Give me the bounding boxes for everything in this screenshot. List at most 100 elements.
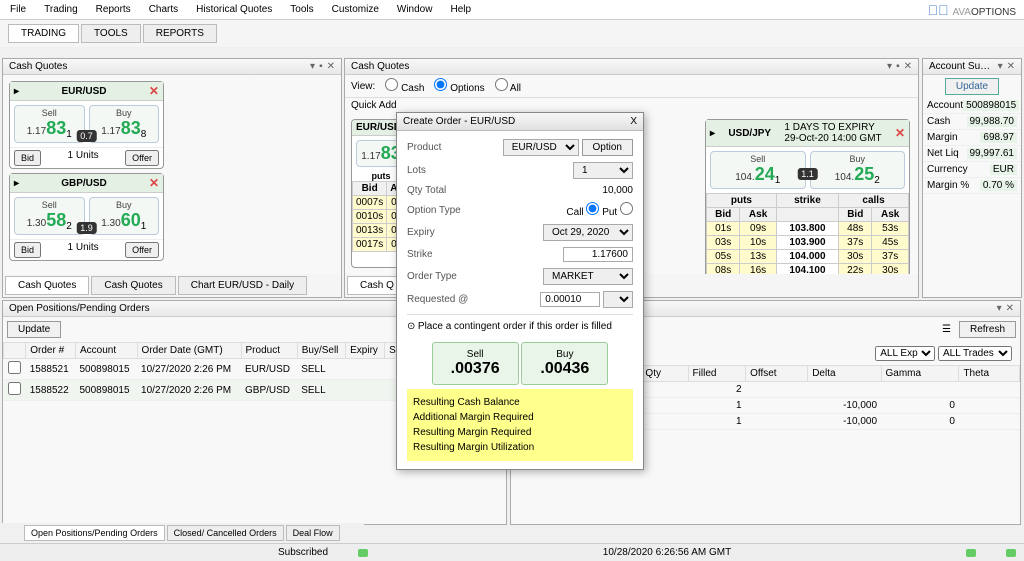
menu-item[interactable]: Reports [96,4,131,15]
tab-trading[interactable]: TRADING [8,24,79,43]
quote-tile-gbpusd: ▸ GBP/USD ✕ Sell1.30582 Buy1.30601 1.9 Bid… [9,173,164,261]
strike-input[interactable] [563,247,633,262]
expand-icon[interactable]: ▸ [14,86,19,97]
update-button[interactable]: Update [7,321,61,338]
contingent-label: Place a contingent order if this order i… [418,321,612,332]
units-label: 1 Units [68,150,99,166]
bid-button[interactable]: Bid [14,150,41,166]
bottom-tab[interactable]: Closed/ Cancelled Orders [167,525,284,541]
buy-side[interactable]: Buy104.252 [810,151,906,189]
status-dot-icon [358,549,368,557]
menu-item[interactable]: Historical Quotes [196,4,272,15]
view-options-radio[interactable]: Options [434,78,484,94]
close-icon[interactable]: X [630,116,637,127]
close-icon[interactable]: ✕ [1006,303,1014,314]
pair-label: EUR/USD [61,86,106,97]
menu-item[interactable]: Customize [332,4,379,15]
bid-button[interactable]: Bid [14,242,41,258]
menu-item[interactable]: Tools [290,4,313,15]
subtab[interactable]: Cash Quotes [5,276,89,295]
trades-select[interactable]: ALL Trades [938,346,1012,361]
update-button[interactable]: Update [945,78,999,95]
view-all-radio[interactable]: All [495,78,521,94]
strike-label: Strike [407,249,433,260]
cash-quotes-left-panel: Cash Quotes ▾ ▪ ✕ ▸ EUR/USD ✕ Sell1.17831 Buy… [2,58,342,298]
cash-value: 99,988.70 [967,116,1018,127]
sell-side[interactable]: Sell104.241 [710,151,806,189]
minimize-icon[interactable]: ▾ [887,61,892,72]
qty-label: Qty Total [407,185,446,196]
close-icon[interactable]: ✕ [327,61,335,72]
option-button[interactable]: Option [582,139,633,156]
options-chain-table: putsstrikecalls BidAskBidAsk 01s09s103.8… [706,193,909,274]
tab-reports[interactable]: REPORTS [143,24,217,43]
lots-label: Lots [407,165,426,176]
spread-badge: 1.9 [76,222,97,234]
row-checkbox[interactable] [8,361,21,374]
tab-tools[interactable]: TOOLS [81,24,141,43]
currency-label: Currency [927,164,968,175]
status-dot-icon [1006,549,1016,557]
sell-side[interactable]: Sell1.30582 [14,197,85,235]
lots-select[interactable]: 1 [573,162,633,179]
pair-label: EUR/USD [356,122,401,133]
buy-button[interactable]: Buy.00436 [521,342,608,385]
offer-button[interactable]: Offer [125,242,159,258]
status-bar: Subscribed 10/28/2020 6:26:56 AM GMT [0,543,1024,561]
minimize-icon[interactable]: ▾ [998,61,1003,72]
menu-bar: File Trading Reports Charts Historical Q… [0,0,1024,20]
status-time: 10/28/2020 6:26:56 AM GMT [398,547,936,558]
minimize-icon[interactable]: ▾ [310,61,315,72]
view-cash-radio[interactable]: Cash [385,78,424,94]
close-icon[interactable]: ✕ [149,84,159,98]
menu-item[interactable]: Charts [149,4,178,15]
quote-tile-eurusd: ▸ EUR/USD ✕ Sell1.17831 Buy1.17838 0.7 Bid… [9,81,164,169]
expand-icon[interactable]: ▸ [710,128,715,139]
menu-item[interactable]: File [10,4,26,15]
buy-side[interactable]: Buy1.30601 [89,197,160,235]
top-tabs: TRADING TOOLS REPORTS [0,20,1024,47]
requested-input[interactable] [540,292,600,307]
menu-item[interactable]: Window [397,4,433,15]
close-icon[interactable]: ✕ [904,61,912,72]
close-icon[interactable]: ✕ [895,126,905,140]
pair-label: USD/JPY [728,128,771,139]
close-icon[interactable]: ✕ [1007,61,1015,72]
expiry-select[interactable]: Oct 29, 2020 [543,224,633,241]
requested-unit-select[interactable] [603,291,633,308]
row-checkbox[interactable] [8,382,21,395]
marginpct-label: Margin % [927,180,969,191]
bottom-tab[interactable]: Open Positions/Pending Orders [24,525,165,541]
units-label: 1 Units [68,242,99,258]
refresh-button[interactable]: Refresh [959,321,1016,338]
panel-title: Account Su… [929,61,990,72]
exp-select[interactable]: ALL Exp [875,346,935,361]
pair-label: GBP/USD [61,178,107,189]
sell-side[interactable]: Sell1.17831 [14,105,85,143]
marginpct-value: 0.70 % [980,180,1017,191]
expand-icon[interactable]: ▸ [14,178,19,189]
order-type-select[interactable]: MARKET [543,268,633,285]
restore-icon[interactable]: ▪ [319,61,323,72]
account-value: 500898015 [963,100,1019,111]
minimize-icon[interactable]: ▾ [997,303,1002,314]
spread-badge: 0.7 [76,130,97,142]
close-icon[interactable]: ✕ [149,176,159,190]
subtab[interactable]: Chart EUR/USD - Daily [178,276,307,295]
product-select[interactable]: EUR/USD [503,139,579,156]
call-radio[interactable] [586,202,599,215]
netliq-label: Net Liq [927,148,959,159]
buy-side[interactable]: Buy1.17838 [89,105,160,143]
sell-button[interactable]: Sell.00376 [432,342,519,385]
chevron-down-icon[interactable]: ⊙ [407,321,415,332]
offer-button[interactable]: Offer [125,150,159,166]
netliq-value: 99,997.61 [967,148,1018,159]
menu-item[interactable]: Trading [44,4,78,15]
subtab[interactable]: Cash Quotes [91,276,175,295]
bottom-tab[interactable]: Deal Flow [286,525,340,541]
put-radio[interactable] [620,202,633,215]
panel-title: Cash Quotes [351,61,409,72]
toolbar-icon[interactable]: ☰ [942,324,951,335]
restore-icon[interactable]: ▪ [896,61,900,72]
menu-item[interactable]: Help [450,4,471,15]
